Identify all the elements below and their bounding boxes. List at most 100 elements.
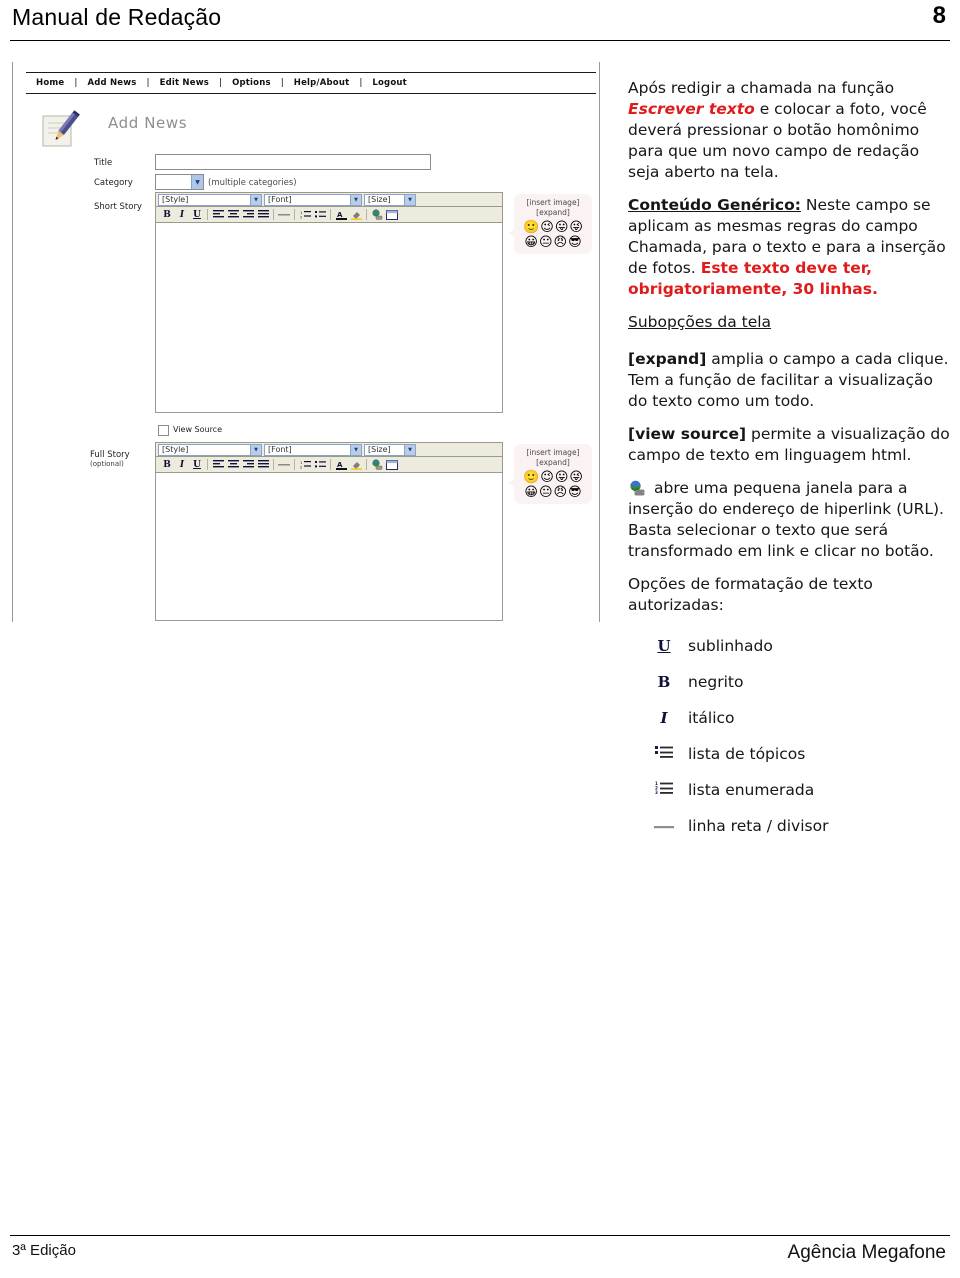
underline-button[interactable]: U — [190, 458, 204, 472]
emoticon-icon[interactable]: 😎 — [568, 486, 582, 500]
numbered-list-icon: 1 2 3 — [654, 780, 674, 801]
toolbar-divider — [294, 209, 295, 220]
callout-tail — [509, 228, 515, 238]
nav-item-edit-news[interactable]: Edit News — [150, 78, 219, 88]
horizontal-rule-button[interactable] — [277, 208, 291, 222]
horizontal-rule-icon — [654, 816, 674, 837]
nav-item-options[interactable]: Options — [222, 78, 281, 88]
chevron-down-icon: ▼ — [350, 444, 361, 455]
callout-line-insert-image: [insert image] — [526, 198, 580, 207]
ordered-list-button[interactable]: 12 — [298, 458, 312, 472]
emoticon-icon[interactable]: 🙂 — [523, 221, 539, 235]
paragraph-escrever-texto: Após redigir a chamada na função Escreve… — [628, 78, 950, 183]
nav-item-logout[interactable]: Logout — [362, 78, 417, 88]
svg-text:A: A — [337, 211, 343, 219]
format-option-numbered-list: 1 2 3 lista enumerada — [654, 772, 950, 808]
emoticon-icon[interactable]: 😛 — [555, 471, 569, 485]
underline-icon: U — [657, 636, 671, 655]
align-right-button[interactable] — [241, 208, 255, 222]
full-story-label-text: Full Story — [90, 450, 130, 460]
align-justify-button[interactable] — [256, 208, 270, 222]
panel-title: Add News — [108, 114, 188, 132]
format-option-label: itálico — [688, 708, 735, 727]
insert-table-button[interactable] — [385, 208, 399, 222]
toolbar-divider — [330, 209, 331, 220]
emoticon-icon[interactable]: 😀 — [524, 236, 538, 250]
view-source-checkbox[interactable] — [158, 425, 169, 436]
bold-button[interactable]: B — [160, 208, 174, 222]
toolbar-divider — [294, 459, 295, 470]
align-justify-button[interactable] — [256, 458, 270, 472]
align-left-button[interactable] — [211, 458, 225, 472]
page-number: 8 — [932, 2, 946, 29]
emoticon-icon[interactable]: 😠 — [554, 236, 568, 250]
highlight-color-button[interactable] — [349, 458, 363, 472]
insert-link-button[interactable] — [370, 208, 384, 222]
emoticon-grid: 🙂 😉 😛 😜 😀 😐 😠 😎 — [516, 221, 590, 250]
full-story-textarea[interactable] — [155, 473, 503, 621]
chevron-down-icon: ▼ — [350, 194, 361, 205]
nav-item-help-about[interactable]: Help/About — [284, 78, 360, 88]
style-dropdown[interactable]: [Style] ▼ — [158, 193, 262, 206]
ordered-list-button[interactable]: 12 — [298, 208, 312, 222]
emoticon-icon[interactable]: 😠 — [554, 486, 568, 500]
svg-text:2: 2 — [300, 215, 302, 219]
emoticon-icon[interactable]: 😉 — [540, 471, 554, 485]
italic-button[interactable]: I — [175, 208, 189, 222]
size-dropdown[interactable]: [Size] ▼ — [364, 193, 416, 206]
italic-button[interactable]: I — [175, 458, 189, 472]
category-select[interactable]: ▼ — [155, 174, 204, 190]
emoticon-icon[interactable]: 😉 — [540, 221, 554, 235]
nav-item-add-news[interactable]: Add News — [77, 78, 146, 88]
unordered-list-button[interactable] — [313, 208, 327, 222]
p1-before: Após redigir a chamada na função — [628, 79, 895, 97]
p1-emphasis: Escrever texto — [628, 100, 755, 118]
emoticon-icon[interactable]: 😎 — [568, 236, 582, 250]
font-dropdown[interactable]: [Font] ▼ — [264, 443, 362, 456]
page-title: Manual de Redação — [12, 4, 222, 30]
insert-table-button[interactable] — [385, 458, 399, 472]
emoticon-icon[interactable]: 😜 — [569, 471, 583, 485]
panel-header: Add News — [40, 108, 580, 154]
page-footer: 3ª Edição Agência Megafone — [0, 1242, 960, 1270]
editor-dropdown-row: [Style] ▼ [Font] ▼ [Size] ▼ — [155, 192, 503, 207]
emoticon-icon[interactable]: 🙂 — [523, 471, 539, 485]
page-header: Manual de Redação 8 — [0, 0, 960, 44]
callout-line-expand: [expand] — [536, 208, 570, 217]
screenshot-left-border — [12, 62, 13, 622]
unordered-list-button[interactable] — [313, 458, 327, 472]
toolbar-divider — [207, 459, 208, 470]
align-left-button[interactable] — [211, 208, 225, 222]
p2-lead: Conteúdo Genérico: — [628, 196, 801, 214]
bullet-list-icon — [654, 744, 674, 765]
emoticon-icon[interactable]: 😐 — [539, 236, 553, 250]
align-center-button[interactable] — [226, 458, 240, 472]
format-option-bold: B negrito — [654, 664, 950, 700]
font-color-button[interactable]: A — [334, 458, 348, 472]
underline-button[interactable]: U — [190, 208, 204, 222]
style-dropdown[interactable]: [Style] ▼ — [158, 443, 262, 456]
nav-item-home[interactable]: Home — [26, 78, 74, 88]
footer-edition: 3ª Edição — [12, 1242, 76, 1259]
emoticon-icon[interactable]: 😀 — [524, 486, 538, 500]
chevron-down-icon: ▼ — [250, 444, 261, 455]
size-dropdown[interactable]: [Size] ▼ — [364, 443, 416, 456]
insert-link-button[interactable] — [370, 458, 384, 472]
emoticon-icon[interactable]: 😛 — [555, 221, 569, 235]
font-dropdown[interactable]: [Font] ▼ — [264, 193, 362, 206]
toolbar-divider — [366, 209, 367, 220]
bold-icon: B — [657, 672, 671, 691]
short-story-textarea[interactable] — [155, 223, 503, 413]
align-center-button[interactable] — [226, 208, 240, 222]
svg-text:2: 2 — [300, 465, 302, 469]
emoticon-icon[interactable]: 😐 — [539, 486, 553, 500]
bold-button[interactable]: B — [160, 458, 174, 472]
svg-text:1: 1 — [300, 461, 302, 465]
align-right-button[interactable] — [241, 458, 255, 472]
font-color-button[interactable]: A — [334, 208, 348, 222]
emoticon-icon[interactable]: 😜 — [569, 221, 583, 235]
chevron-down-icon: ▼ — [191, 175, 203, 189]
title-input[interactable] — [155, 154, 431, 170]
highlight-color-button[interactable] — [349, 208, 363, 222]
horizontal-rule-button[interactable] — [277, 458, 291, 472]
